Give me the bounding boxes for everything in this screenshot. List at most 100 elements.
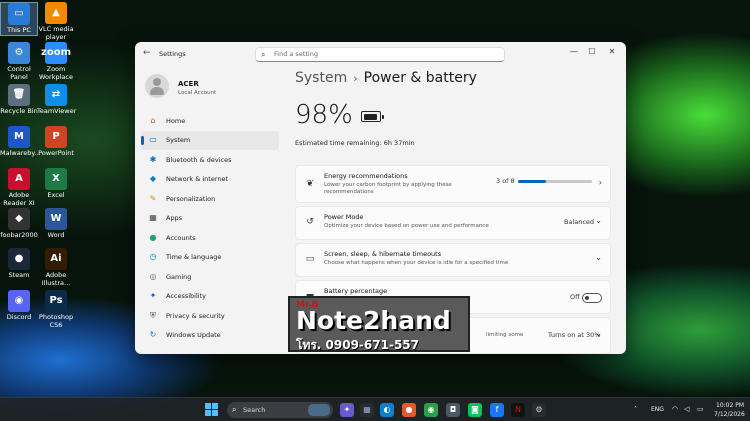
desktop-icon-vlc-media-player[interactable]: ▲ VLC media player: [37, 2, 75, 41]
tray-chevron-up-icon[interactable]: ˄: [634, 406, 637, 413]
desktop-icon-steam[interactable]: ● Steam: [0, 248, 38, 280]
sidebar-item-home[interactable]: ⌂ Home: [141, 111, 279, 131]
desktop-icon-label: Discord: [6, 313, 32, 321]
desktop-icon-this-pc[interactable]: ▭ This PC: [0, 2, 38, 36]
copilot-icon[interactable]: ✦: [340, 403, 354, 417]
power-mode-select[interactable]: Balanced: [564, 218, 594, 226]
sidebar-item-apps[interactable]: ▦ Apps: [141, 209, 279, 229]
edge-icon[interactable]: ◐: [380, 403, 394, 417]
screen-sleep-card[interactable]: ▭ Screen, sleep, & hibernate timeouts Ch…: [295, 243, 611, 277]
sidebar-item-bluetooth-devices[interactable]: ✱ Bluetooth & devices: [141, 150, 279, 170]
sidebar-item-personalization[interactable]: ✎ Personalization: [141, 189, 279, 209]
sidebar-item-privacy-security[interactable]: ⛨ Privacy & security: [141, 306, 279, 326]
desktop-icon-excel[interactable]: X Excel: [37, 168, 75, 200]
back-arrow-icon[interactable]: ←: [143, 48, 151, 58]
leaf-icon: ❦: [306, 179, 314, 189]
power-mode-card[interactable]: ↺ Power Mode Optimize your device based …: [295, 206, 611, 240]
account-name: ACER: [178, 80, 199, 88]
sidebar-item-system[interactable]: ▭ System: [141, 130, 279, 150]
clock-date[interactable]: 7/12/2026: [714, 411, 745, 418]
camera-icon[interactable]: ◘: [446, 403, 460, 417]
card-title: Screen, sleep, & hibernate timeouts: [324, 250, 442, 258]
desktop-icon-label: Steam: [8, 271, 30, 279]
energy-recommendations-card[interactable]: ❦ Energy recommendations Lower your carb…: [295, 165, 611, 203]
nav-icon: ●: [149, 232, 157, 242]
firefox-icon[interactable]: ●: [402, 403, 416, 417]
desktop-icon-photoshop-cs6[interactable]: Ps Photoshop CS6: [37, 290, 75, 329]
volume-icon[interactable]: ◁: [684, 405, 689, 413]
sidebar-item-accessibility[interactable]: ✦ Accessibility: [141, 287, 279, 307]
app-icon: ◆: [8, 208, 30, 230]
desktop-icon-label: VLC media player: [38, 25, 74, 41]
desktop-icon-malwareby[interactable]: M Malwareby...: [0, 126, 40, 158]
nav-icon: ✱: [149, 154, 157, 164]
nav-icon: ▦: [149, 213, 157, 223]
sidebar-item-gaming[interactable]: ◎ Gaming: [141, 267, 279, 287]
desktop-icon-zoom-workplace[interactable]: zoom Zoom Workplace: [37, 42, 75, 81]
facebook-icon[interactable]: f: [490, 403, 504, 417]
desktop-icon-adobe-illustra[interactable]: Ai Adobe Illustra...: [37, 248, 75, 287]
nav-icon: ✦: [149, 291, 157, 301]
search-placeholder: Find a setting: [274, 50, 318, 58]
card-title: Energy recommendations: [324, 172, 408, 180]
desktop-icon-label: Photoshop CS6: [38, 313, 74, 329]
desktop-icon-label: PowerPoint: [38, 149, 74, 157]
settings-gear-icon[interactable]: ⚙: [532, 403, 546, 417]
sidebar-item-label: Privacy & security: [166, 311, 225, 320]
nav-icon: ◎: [149, 271, 157, 281]
start-button[interactable]: [205, 403, 218, 416]
sidebar-item-accounts[interactable]: ● Accounts: [141, 228, 279, 248]
task-view-icon[interactable]: ▦: [360, 403, 374, 417]
desktop-icon-powerpoint[interactable]: P PowerPoint: [37, 126, 75, 158]
app-icon: 🗑: [8, 84, 30, 106]
clock-time[interactable]: 10:02 PM: [716, 402, 744, 409]
search-icon: ⌕: [261, 50, 266, 59]
chrome-icon[interactable]: ◉: [424, 403, 438, 417]
account-card[interactable]: ACER Local Account: [145, 72, 275, 102]
desktop-icon-foobar2000[interactable]: ◆ foobar2000: [0, 208, 38, 240]
sidebar-item-label: Network & internet: [166, 175, 229, 184]
nav-icon: ◆: [149, 174, 157, 184]
battery-percentage-toggle[interactable]: [582, 293, 602, 303]
desktop-icon-word[interactable]: W Word: [37, 208, 75, 240]
wifi-icon[interactable]: ◠: [672, 405, 678, 413]
desktop-icon-adobe-reader-xi[interactable]: A Adobe Reader XI: [0, 168, 38, 207]
close-button[interactable]: ✕: [605, 47, 619, 56]
desktop-icon-teamviewer[interactable]: ⇄ TeamViewer: [37, 84, 76, 116]
battery-saver-select[interactable]: Turns on at 30%: [548, 331, 600, 339]
breadcrumb-system[interactable]: System: [295, 70, 347, 86]
app-icon: ◉: [8, 290, 30, 312]
account-type: Local Account: [178, 90, 217, 96]
sidebar-item-network-internet[interactable]: ◆ Network & internet: [141, 170, 279, 190]
card-title: Battery percentage: [324, 287, 388, 295]
app-icon: ▲: [45, 2, 67, 24]
breadcrumb: System › Power & battery: [295, 70, 477, 86]
app-icon: A: [8, 168, 30, 190]
netflix-icon[interactable]: N: [511, 403, 525, 417]
line-icon[interactable]: ◙: [468, 403, 482, 417]
watermark-phone: โทร. 0909-671-557: [296, 338, 419, 352]
sidebar: ACER Local Account ⌂ Home ▭ System ✱ Bluetoot…: [135, 66, 283, 354]
sidebar-item-time-language[interactable]: ◷ Time & language: [141, 248, 279, 268]
sidebar-item-windows-update[interactable]: ↻ Windows Update: [141, 326, 279, 346]
search-highlight-image: [308, 404, 330, 416]
app-title: Settings: [159, 50, 186, 58]
desktop-icon-label: Word: [47, 231, 65, 239]
desktop-icon-label: Excel: [47, 191, 65, 199]
language-indicator[interactable]: ENG: [651, 406, 664, 413]
minimize-button[interactable]: —: [567, 47, 581, 56]
app-icon: M: [8, 126, 30, 148]
maximize-button[interactable]: ☐: [585, 47, 599, 56]
nav-list: ⌂ Home ▭ System ✱ Bluetooth & devices ◆ Network…: [141, 111, 279, 345]
battery-tray-icon[interactable]: ▭: [697, 405, 704, 413]
desktop-icon-recycle-bin[interactable]: 🗑 Recycle Bin: [0, 84, 38, 116]
chevron-right-icon: ›: [598, 178, 602, 187]
sidebar-item-label: Apps: [166, 214, 183, 223]
taskbar-search[interactable]: ⌕ Search: [227, 402, 333, 418]
desktop-icon-discord[interactable]: ◉ Discord: [0, 290, 38, 322]
settings-search-input[interactable]: ⌕ Find a setting: [255, 47, 505, 62]
desktop-icon-control-panel[interactable]: ⚙ Control Panel: [0, 42, 38, 81]
page-title: Power & battery: [363, 70, 477, 86]
sidebar-item-label: Time & language: [166, 253, 222, 262]
energy-progress-bar: [518, 180, 592, 183]
